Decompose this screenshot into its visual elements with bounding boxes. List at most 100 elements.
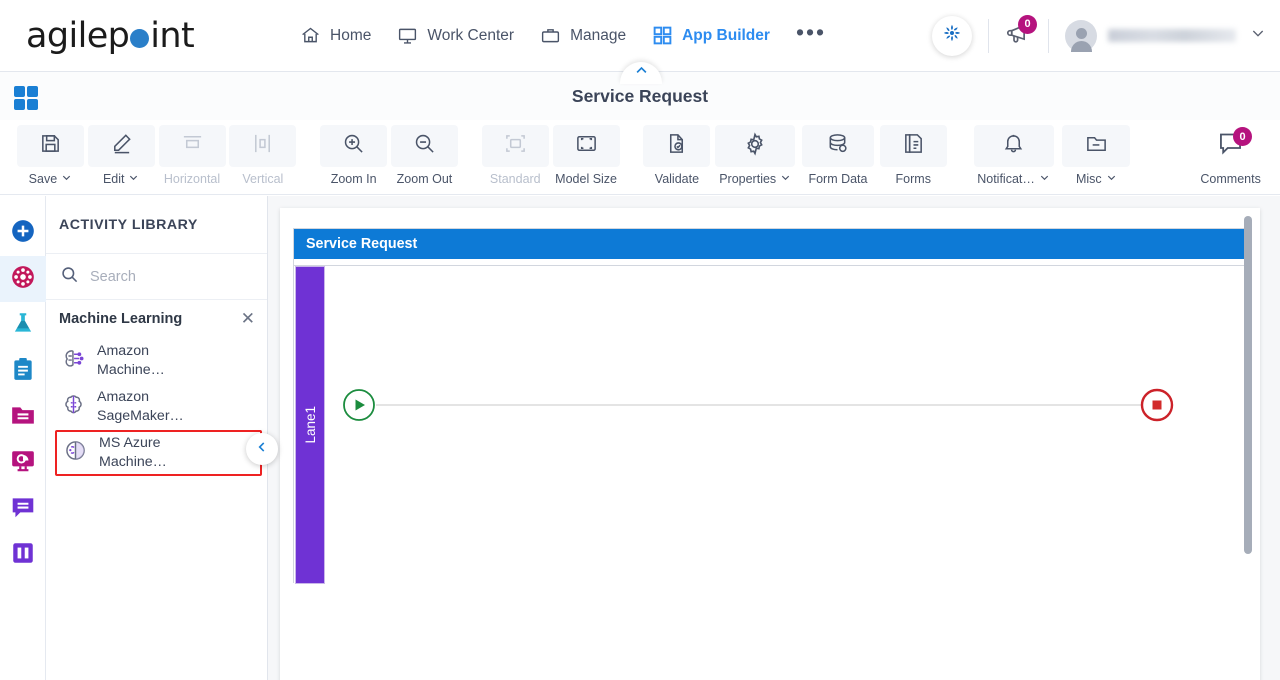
process-canvas[interactable]: Service Request Lane1	[268, 196, 1280, 680]
zoom-out-icon	[413, 132, 436, 160]
main-navigation: Home Work Center Manage App Builder •••	[300, 20, 932, 46]
folder-icon	[1085, 132, 1108, 160]
nav-more-button[interactable]: •••	[796, 20, 826, 45]
announcements-button[interactable]: 0	[1005, 14, 1037, 52]
user-avatar-icon	[1065, 19, 1097, 52]
toolbar-label-standard: Standard	[489, 172, 541, 186]
rail-item-data-folder[interactable]	[0, 394, 46, 440]
chevron-down-icon	[61, 172, 72, 186]
toolbar-save-button[interactable]: Save	[16, 125, 85, 186]
chevron-down-icon	[1250, 25, 1266, 46]
app-switcher-button[interactable]	[932, 15, 972, 56]
clipboard-icon	[10, 356, 36, 387]
validate-doc-icon	[665, 132, 688, 160]
nav-label-home: Home	[330, 26, 372, 44]
sequence-flow-arrow[interactable]	[376, 404, 1158, 406]
header-divider-2	[1048, 18, 1049, 53]
rail-item-add[interactable]	[0, 210, 46, 256]
apps-grid-icon[interactable]	[14, 86, 38, 110]
chevron-down-icon	[128, 172, 139, 186]
activity-item-ms-azure-machine-learning[interactable]: MS Azure Machine…	[55, 430, 262, 476]
bell-icon	[1002, 132, 1025, 160]
model-size-icon	[575, 132, 598, 160]
nav-item-app-builder[interactable]: App Builder	[652, 25, 770, 46]
flask-icon	[10, 310, 36, 341]
briefcase-icon	[540, 25, 561, 46]
horizontal-align-icon	[181, 132, 204, 160]
toolbar-label-comments: Comments	[1200, 172, 1261, 186]
rail-item-flask[interactable]	[0, 302, 46, 348]
chevron-left-icon	[255, 440, 269, 459]
rail-item-columns[interactable]	[0, 532, 46, 578]
toolbar-notifications-button[interactable]: Notificat…	[970, 125, 1058, 186]
end-event-node[interactable]	[1140, 388, 1174, 427]
toolbar-comments-button[interactable]: 0 Comments	[1183, 125, 1278, 186]
chevron-down-icon	[1039, 172, 1050, 186]
toolbar-form-data-button[interactable]: Form Data	[799, 125, 877, 186]
announcement-badge: 0	[1018, 14, 1037, 34]
toolbar-forms-button[interactable]: Forms	[879, 125, 948, 186]
activity-item-amazon-sagemaker[interactable]: Amazon SageMaker…	[46, 384, 267, 430]
chevron-down-icon	[780, 172, 791, 186]
toolbar-zoom-out-button[interactable]: Zoom Out	[390, 125, 459, 186]
nav-item-manage[interactable]: Manage	[540, 25, 626, 46]
activity-library-panel: ACTIVITY LIBRARY Machine Learning ✕ Amaz…	[46, 196, 268, 680]
activity-label: Amazon Machine…	[97, 343, 165, 378]
user-account-menu[interactable]	[1065, 19, 1266, 52]
toolbar-label-zoom-out: Zoom Out	[396, 172, 453, 186]
vertical-align-icon	[251, 132, 274, 160]
columns-icon	[10, 540, 36, 571]
rail-item-reports[interactable]	[0, 440, 46, 486]
toolbar-horizontal-button[interactable]: Horizontal	[158, 125, 227, 186]
activity-label: MS Azure Machine…	[99, 435, 167, 470]
toolbar-model-size-button[interactable]: Model Size	[552, 125, 621, 186]
category-label: Machine Learning	[59, 311, 183, 327]
toolbar-label-notifications: Notificat…	[977, 172, 1035, 186]
activity-item-amazon-machine-learning[interactable]: Amazon Machine…	[46, 338, 267, 384]
rail-item-chat[interactable]	[0, 486, 46, 532]
nav-label-work-center: Work Center	[427, 26, 515, 44]
lane-1[interactable]: Lane1	[295, 266, 325, 584]
agilepoint-swirl-icon	[941, 22, 963, 49]
toolbar-edit-button[interactable]: Edit	[87, 125, 156, 186]
left-icon-rail	[0, 196, 46, 680]
toolbar-label-save: Save	[28, 172, 58, 186]
collapse-library-button[interactable]	[246, 433, 278, 465]
ms-azure-machine-learning-icon	[62, 437, 89, 469]
amazon-machine-learning-icon	[60, 345, 87, 377]
save-disk-icon	[39, 132, 62, 160]
toolbar-validate-button[interactable]: Validate	[643, 125, 712, 186]
toolbar-vertical-button[interactable]: Vertical	[228, 125, 297, 186]
nav-item-work-center[interactable]: Work Center	[397, 25, 514, 46]
agilepoint-logo[interactable]: agilep int	[0, 16, 300, 56]
gear-icon	[743, 131, 767, 161]
nav-label-app-builder: App Builder	[682, 26, 770, 44]
activity-library-heading: ACTIVITY LIBRARY	[46, 196, 267, 254]
toolbar-misc-button[interactable]: Misc	[1059, 125, 1133, 186]
toolbar-properties-button[interactable]: Properties	[713, 125, 797, 186]
search-icon	[60, 265, 79, 289]
toolbar-standard-button[interactable]: Standard	[481, 125, 550, 186]
comments-badge: 0	[1233, 127, 1253, 146]
toolbar-zoom-in-button[interactable]: Zoom In	[319, 125, 388, 186]
canvas-sheet[interactable]: Service Request Lane1	[280, 208, 1260, 680]
close-icon[interactable]: ✕	[241, 310, 255, 327]
editor-toolbar: Save Edit Horizontal Vertical Zoom In Zo…	[0, 120, 1280, 195]
logo-text-after: int	[150, 15, 195, 56]
search-input[interactable]	[90, 268, 240, 285]
activities-node-icon	[10, 264, 36, 295]
rail-item-activities[interactable]	[0, 256, 46, 302]
header-right-tools: 0	[932, 14, 1280, 56]
start-event-node[interactable]	[342, 388, 376, 427]
toolbar-label-zoom-in: Zoom In	[330, 172, 377, 186]
amazon-sagemaker-icon	[60, 391, 87, 423]
toolbar-label-forms: Forms	[895, 172, 931, 186]
rail-item-clipboard[interactable]	[0, 348, 46, 394]
pool-service-request[interactable]: Service Request Lane1	[293, 228, 1246, 584]
toolbar-label-form-data: Form Data	[808, 172, 868, 186]
report-monitor-icon	[10, 448, 36, 479]
pool-title: Service Request	[294, 229, 1244, 259]
nav-item-home[interactable]: Home	[300, 25, 371, 46]
pool-body[interactable]: Lane1	[294, 265, 1246, 584]
canvas-vertical-scrollbar[interactable]	[1244, 216, 1252, 554]
